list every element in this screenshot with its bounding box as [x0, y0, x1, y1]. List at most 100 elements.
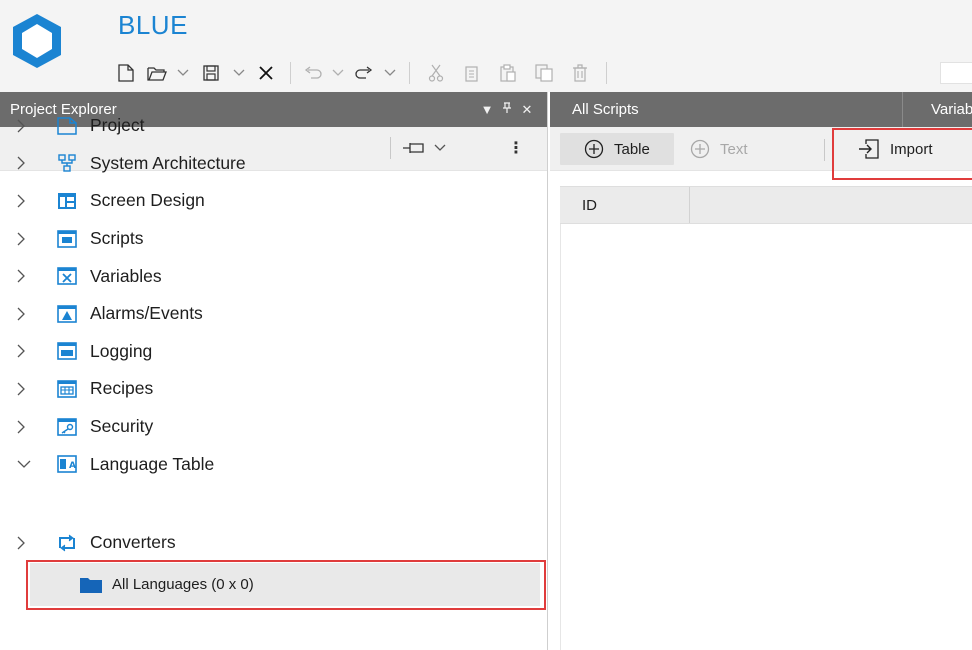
chevron-right-icon[interactable]	[0, 232, 42, 246]
svg-text:A: A	[69, 461, 76, 471]
paste-icon	[500, 64, 516, 82]
copy-button[interactable]	[454, 59, 490, 87]
tree-item-converters[interactable]: Converters	[0, 524, 548, 562]
tree-item-label: Project	[90, 115, 145, 136]
scripts-icon	[54, 229, 80, 249]
chevron-down-icon	[332, 69, 344, 76]
chevron-right-icon[interactable]	[0, 344, 42, 358]
open-dropdown-button[interactable]	[172, 59, 194, 87]
tree-item-scripts[interactable]: Scripts	[0, 220, 548, 258]
chevron-down-icon	[177, 69, 189, 76]
logging-icon	[54, 341, 80, 361]
tree-item-label: Alarms/Events	[90, 303, 203, 324]
add-text-button[interactable]: Text	[690, 133, 748, 165]
variables-icon	[54, 266, 80, 286]
tree-item-screen-design[interactable]: Screen Design	[0, 182, 548, 220]
app-title: BLUE	[118, 10, 188, 40]
tab-variables[interactable]: Variab	[902, 92, 972, 127]
delete-icon	[573, 64, 587, 82]
chevron-down-icon[interactable]	[0, 460, 42, 469]
title-bar: BLUE	[0, 0, 972, 92]
tree-item-label: Converters	[90, 532, 176, 553]
chevron-right-icon[interactable]	[0, 119, 42, 133]
chevron-right-icon[interactable]	[0, 382, 42, 396]
redo-button[interactable]	[349, 59, 379, 87]
redo-icon	[355, 66, 373, 79]
close-icon	[259, 66, 273, 80]
column-header-id[interactable]: ID	[560, 187, 690, 223]
undo-dropdown-button[interactable]	[327, 59, 349, 87]
highlight-box	[832, 128, 972, 180]
tab-all-scripts[interactable]: All Scripts	[550, 92, 900, 127]
highlight-box	[26, 560, 546, 610]
save-button[interactable]	[194, 59, 228, 87]
chevron-right-icon[interactable]	[0, 307, 42, 321]
duplicate-button[interactable]	[526, 59, 562, 87]
paste-button[interactable]	[490, 59, 526, 87]
app-logo-icon	[13, 14, 61, 68]
security-icon	[54, 417, 80, 437]
system-architecture-icon	[54, 153, 80, 173]
table-button-label: Table	[614, 140, 650, 158]
language-table-icon: A	[54, 454, 80, 474]
tree-item-label: Variables	[90, 265, 162, 286]
tree-item-label: Scripts	[90, 228, 144, 249]
project-icon	[54, 116, 80, 136]
add-circle-icon	[690, 139, 710, 159]
copy-icon	[465, 66, 478, 82]
recipes-icon	[54, 379, 80, 399]
chevron-right-icon[interactable]	[0, 269, 42, 283]
duplicate-icon	[535, 64, 553, 82]
project-tree: Project System Architecture Screen Desig…	[0, 107, 548, 564]
save-icon	[203, 65, 219, 81]
new-file-icon	[118, 64, 134, 82]
grid-header: ID	[560, 186, 972, 224]
tree-item-project[interactable]: Project	[0, 107, 548, 145]
tree-item-label: Logging	[90, 340, 153, 361]
toolbar-separator	[290, 62, 291, 84]
tree-item-label: Screen Design	[90, 190, 205, 211]
delete-button[interactable]	[562, 59, 598, 87]
chevron-right-icon[interactable]	[0, 156, 42, 170]
add-table-button[interactable]: Table	[560, 133, 674, 165]
cut-icon	[428, 64, 444, 82]
close-button[interactable]	[250, 59, 282, 87]
tree-item-label: Language Table	[90, 453, 215, 474]
open-button[interactable]	[142, 59, 172, 87]
screen-design-icon	[54, 191, 80, 211]
open-folder-icon	[147, 67, 167, 81]
chevron-down-icon	[384, 69, 396, 76]
toolbar-separator	[606, 62, 607, 84]
add-circle-icon	[584, 139, 604, 159]
chevron-right-icon[interactable]	[0, 420, 42, 434]
document-tabs: All Scripts Variab	[550, 92, 972, 127]
toolbar-separator	[824, 139, 825, 161]
new-file-button[interactable]	[110, 59, 142, 87]
tree-item-language-table[interactable]: A Language Table	[0, 445, 548, 483]
tree-item-system-architecture[interactable]: System Architecture	[0, 145, 548, 183]
save-dropdown-button[interactable]	[228, 59, 250, 87]
chevron-right-icon[interactable]	[0, 194, 42, 208]
grid-body[interactable]	[560, 224, 972, 650]
chevron-right-icon[interactable]	[0, 536, 42, 550]
tree-item-security[interactable]: Security	[0, 408, 548, 446]
tree-item-variables[interactable]: Variables	[0, 257, 548, 295]
cut-button[interactable]	[418, 59, 454, 87]
converters-icon	[54, 533, 80, 553]
toolbar-field[interactable]	[940, 62, 972, 84]
undo-button[interactable]	[299, 59, 327, 87]
tree-child-spacer	[0, 483, 548, 526]
tree-item-logging[interactable]: Logging	[0, 333, 548, 371]
chevron-down-icon	[233, 69, 245, 76]
text-button-label: Text	[720, 140, 748, 158]
tree-item-label: Recipes	[90, 378, 154, 399]
undo-icon	[304, 66, 322, 79]
tree-item-label: Security	[90, 416, 154, 437]
redo-dropdown-button[interactable]	[379, 59, 401, 87]
toolbar-separator	[409, 62, 410, 84]
main-toolbar	[110, 58, 615, 88]
alarms-icon	[54, 304, 80, 324]
tree-item-label: System Architecture	[90, 152, 246, 173]
tree-item-recipes[interactable]: Recipes	[0, 370, 548, 408]
tree-item-alarms-events[interactable]: Alarms/Events	[0, 295, 548, 333]
